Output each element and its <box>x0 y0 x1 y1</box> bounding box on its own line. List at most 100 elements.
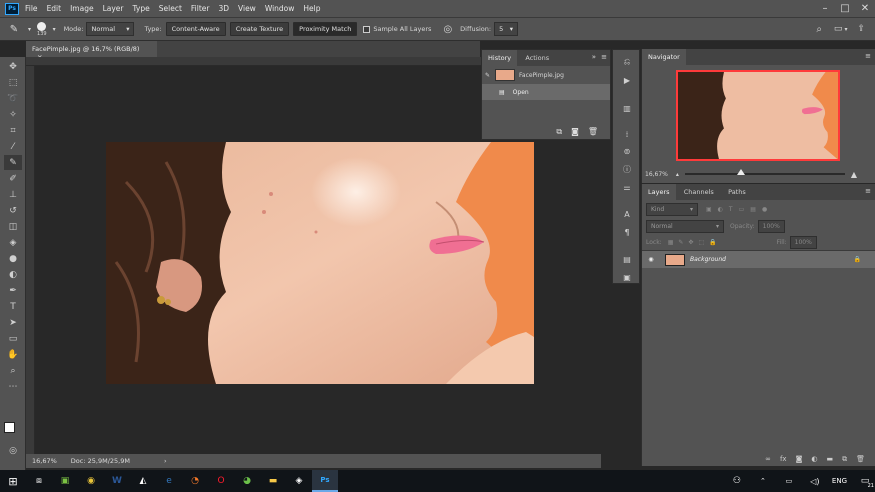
filter-type-icon[interactable]: T <box>729 206 733 213</box>
eraser-tool-icon[interactable]: ◫ <box>4 219 22 234</box>
tab-layers[interactable]: Layers <box>642 184 676 200</box>
libraries-icon[interactable]: ▣ <box>620 271 634 283</box>
properties-icon[interactable]: ▤ <box>620 253 634 265</box>
menu-edit[interactable]: Edit <box>47 4 62 13</box>
brush-tool-icon[interactable]: ✐ <box>4 171 22 186</box>
camera-icon[interactable]: ◙ <box>571 127 579 137</box>
collapse-icon[interactable]: » <box>592 53 596 61</box>
lock-all-icon[interactable]: 🔒 <box>709 239 716 246</box>
menu-filter[interactable]: Filter <box>191 4 210 13</box>
zoom-slider[interactable] <box>684 169 845 175</box>
eye-icon[interactable]: ◉ <box>642 256 660 263</box>
chevron-down-icon[interactable]: ▾ <box>53 26 56 33</box>
mode-select[interactable]: Normal ▾ <box>86 22 135 36</box>
lock-artboard-icon[interactable]: ⬚ <box>698 239 704 246</box>
task-view-icon[interactable]: ⧈ <box>26 470 52 492</box>
filter-shape-icon[interactable]: ▭ <box>739 206 745 213</box>
history-panel-icon[interactable]: ⎌ <box>620 56 634 68</box>
image-viewer-icon[interactable]: ▣ <box>52 470 78 492</box>
opacity-input[interactable]: 100% <box>757 219 785 233</box>
inkscape-icon[interactable]: ◈ <box>286 470 312 492</box>
group-icon[interactable]: ▬ <box>826 455 833 464</box>
brush-source-icon[interactable]: ✎ <box>485 72 495 79</box>
character-icon[interactable]: A <box>620 208 634 220</box>
tab-actions[interactable]: Actions <box>519 50 555 66</box>
fill-input[interactable]: 100% <box>789 235 817 249</box>
lock-transparent-icon[interactable]: ▦ <box>668 239 674 246</box>
windows-start-icon[interactable]: ⊞ <box>0 470 26 492</box>
status-zoom[interactable]: 16,67% <box>32 457 57 465</box>
filter-toggle-icon[interactable]: ● <box>762 206 767 213</box>
new-layer-icon[interactable]: ⧉ <box>842 455 847 464</box>
clone-stamp-tool-icon[interactable]: ⊥ <box>4 187 22 202</box>
quick-selection-tool-icon[interactable]: ✧ <box>4 107 22 122</box>
sample-all-layers-checkbox[interactable] <box>363 25 371 33</box>
coreldraw-icon[interactable]: ◕ <box>234 470 260 492</box>
foreground-color-swatch[interactable] <box>4 422 15 433</box>
menu-3d[interactable]: 3D <box>218 4 229 13</box>
document-tab[interactable]: FacePimple.jpg @ 16,7% (RGB/8) × <box>26 41 157 61</box>
word-icon[interactable]: W <box>104 470 130 492</box>
filter-kind-select[interactable]: Kind ▾ <box>646 202 698 216</box>
spot-healing-brush-icon[interactable]: ✎ <box>0 24 28 35</box>
document-image[interactable] <box>106 142 534 384</box>
hand-tool-icon[interactable]: ✋ <box>4 347 22 362</box>
tray-expand-icon[interactable]: ⌃ <box>750 470 776 492</box>
zoom-in-icon[interactable]: ▲ <box>851 170 857 179</box>
photoshop-logo-icon[interactable]: Ps <box>5 2 19 15</box>
layer-mask-icon[interactable]: ◙ <box>796 455 803 464</box>
pressure-size-icon[interactable]: ◎ <box>443 24 452 35</box>
create-texture-button[interactable]: Create Texture <box>229 22 290 36</box>
new-document-from-state-icon[interactable]: ⧉ <box>556 127 562 137</box>
menu-window[interactable]: Window <box>265 4 295 13</box>
layer-style-icon[interactable]: fx <box>780 455 787 464</box>
more-tools-icon[interactable]: ⋯ <box>4 379 22 394</box>
zoom-slider-thumb[interactable] <box>736 169 745 175</box>
volume-icon[interactable]: ◁) <box>802 470 828 492</box>
maximize-icon[interactable]: □ <box>835 3 855 14</box>
history-state[interactable]: ▤ Open <box>482 84 610 100</box>
history-brush-tool-icon[interactable]: ↺ <box>4 203 22 218</box>
eyedropper-tool-icon[interactable]: ⁄ <box>4 139 22 154</box>
actions-panel-icon[interactable]: ▶ <box>620 74 634 86</box>
lock-position-icon[interactable]: ✥ <box>688 239 693 246</box>
tab-paths[interactable]: Paths <box>722 184 752 200</box>
pen-tool-icon[interactable]: ✒ <box>4 283 22 298</box>
menu-file[interactable]: File <box>25 4 38 13</box>
filter-smart-object-icon[interactable]: ▤ <box>750 206 756 213</box>
zoom-out-icon[interactable]: ▴ <box>676 171 679 178</box>
layer-row[interactable]: ◉ Background 🔒 <box>642 250 875 268</box>
zoom-tool-icon[interactable]: ⌕ <box>4 363 22 378</box>
quick-mask-icon[interactable]: ◎ <box>4 443 22 458</box>
menu-select[interactable]: Select <box>159 4 182 13</box>
menu-layer[interactable]: Layer <box>103 4 124 13</box>
file-explorer-icon[interactable]: ▬ <box>260 470 286 492</box>
navigator-zoom-value[interactable]: 16,67% <box>645 171 668 178</box>
histogram-icon[interactable]: ▥ <box>620 102 634 114</box>
filter-pixel-icon[interactable]: ▣ <box>706 206 712 213</box>
minimize-icon[interactable]: – <box>815 3 835 14</box>
opera-icon[interactable]: O <box>208 470 234 492</box>
lock-image-icon[interactable]: ✎ <box>678 239 683 246</box>
unity-icon[interactable]: ◭ <box>130 470 156 492</box>
navigator-preview[interactable] <box>676 70 840 161</box>
link-layers-icon[interactable]: ∞ <box>765 455 771 464</box>
chrome-icon[interactable]: ◉ <box>78 470 104 492</box>
lasso-tool-icon[interactable]: ➰ <box>4 91 22 106</box>
menu-view[interactable]: View <box>238 4 256 13</box>
people-icon[interactable]: ⚇ <box>724 470 750 492</box>
network-icon[interactable]: ▭ <box>776 470 802 492</box>
blender-icon[interactable]: ◔ <box>182 470 208 492</box>
adjustments-icon[interactable]: ⚌ <box>620 181 634 193</box>
diffusion-select[interactable]: 5 ▾ <box>494 22 519 36</box>
layer-name[interactable]: Background <box>690 256 854 263</box>
panel-menu-icon[interactable]: ≡ <box>865 187 871 195</box>
move-tool-icon[interactable]: ✥ <box>4 59 22 74</box>
notification-icon[interactable]: ▭ 21 <box>855 470 875 492</box>
path-selection-tool-icon[interactable]: ➤ <box>4 315 22 330</box>
close-icon[interactable]: ✕ <box>855 3 875 14</box>
dodge-tool-icon[interactable]: ◐ <box>4 267 22 282</box>
spot-healing-brush-tool-icon[interactable]: ✎ <box>4 155 22 170</box>
share-icon[interactable]: ⇪ <box>857 24 865 34</box>
crop-tool-icon[interactable]: ⌗ <box>4 123 22 138</box>
